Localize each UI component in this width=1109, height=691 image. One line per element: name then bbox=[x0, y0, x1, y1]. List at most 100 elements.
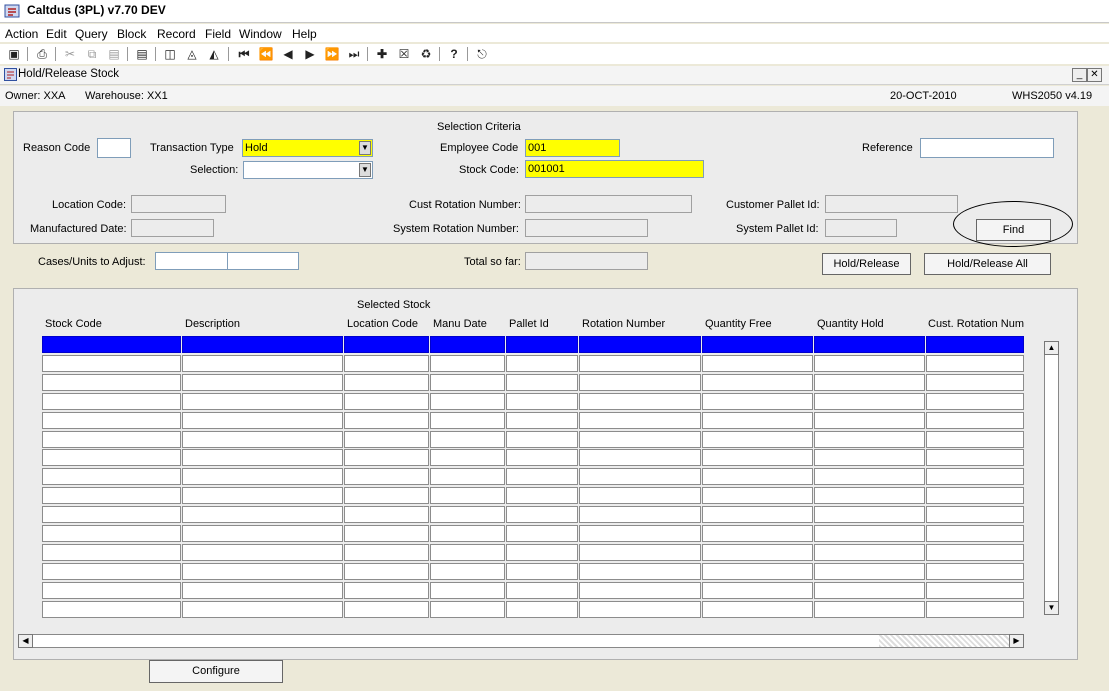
table-cell[interactable] bbox=[702, 562, 813, 580]
cust-rotation-input[interactable] bbox=[525, 195, 692, 213]
table-cell[interactable] bbox=[506, 468, 578, 486]
table-cell[interactable] bbox=[344, 336, 429, 353]
table-cell[interactable] bbox=[344, 581, 429, 599]
table-cell[interactable] bbox=[430, 468, 505, 486]
table-cell[interactable] bbox=[430, 487, 505, 505]
table-cell[interactable] bbox=[42, 392, 181, 410]
table-cell[interactable] bbox=[702, 487, 813, 505]
table-cell[interactable] bbox=[579, 600, 701, 618]
transaction-type-select[interactable]: Hold ▼ bbox=[242, 139, 373, 157]
last-record-icon[interactable]: ⏭ bbox=[346, 46, 362, 62]
table-cell[interactable] bbox=[42, 468, 181, 486]
table-cell[interactable] bbox=[814, 336, 925, 353]
table-cell[interactable] bbox=[42, 600, 181, 618]
table-cell[interactable] bbox=[702, 373, 813, 391]
table-cell[interactable] bbox=[814, 449, 925, 467]
table-cell[interactable] bbox=[42, 430, 181, 448]
first-record-icon[interactable]: ⏮ bbox=[236, 46, 252, 62]
hold-release-all-button[interactable]: Hold/Release All bbox=[924, 253, 1051, 275]
scroll-up-icon[interactable]: ▲ bbox=[1044, 341, 1059, 355]
table-cell[interactable] bbox=[430, 506, 505, 524]
table-cell[interactable] bbox=[579, 543, 701, 561]
table-cell[interactable] bbox=[182, 411, 343, 429]
table-cell[interactable] bbox=[579, 487, 701, 505]
table-cell[interactable] bbox=[344, 600, 429, 618]
table-cell[interactable] bbox=[579, 392, 701, 410]
grid-vertical-scrollbar[interactable]: ▲ ▼ bbox=[1044, 341, 1059, 615]
table-cell[interactable] bbox=[430, 373, 505, 391]
table-cell[interactable] bbox=[702, 354, 813, 372]
enter-query-icon[interactable]: ◫ bbox=[162, 46, 178, 62]
scroll-down-icon[interactable]: ▼ bbox=[1044, 601, 1059, 615]
table-cell[interactable] bbox=[182, 449, 343, 467]
table-cell[interactable] bbox=[579, 373, 701, 391]
previous-block-icon[interactable]: ⏪ bbox=[258, 46, 274, 62]
hold-release-button[interactable]: Hold/Release bbox=[822, 253, 911, 275]
table-cell[interactable] bbox=[42, 543, 181, 561]
table-cell[interactable] bbox=[579, 581, 701, 599]
table-cell[interactable] bbox=[344, 430, 429, 448]
table-cell[interactable] bbox=[926, 543, 1024, 561]
table-cell[interactable] bbox=[506, 336, 578, 353]
table-cell[interactable] bbox=[182, 430, 343, 448]
menu-record[interactable]: Record bbox=[157, 27, 196, 41]
next-block-icon[interactable]: ⏩ bbox=[324, 46, 340, 62]
table-cell[interactable] bbox=[702, 581, 813, 599]
table-cell[interactable] bbox=[926, 487, 1024, 505]
table-cell[interactable] bbox=[814, 506, 925, 524]
table-cell[interactable] bbox=[506, 373, 578, 391]
table-cell[interactable] bbox=[182, 525, 343, 542]
table-cell[interactable] bbox=[814, 354, 925, 372]
find-button[interactable]: Find bbox=[976, 219, 1051, 241]
menu-window[interactable]: Window bbox=[239, 27, 282, 41]
table-cell[interactable] bbox=[182, 506, 343, 524]
table-cell[interactable] bbox=[182, 562, 343, 580]
manufactured-date-input[interactable] bbox=[131, 219, 214, 237]
grid-horizontal-scrollbar[interactable]: ◀ ▶ bbox=[18, 634, 1024, 648]
insert-record-icon[interactable]: ✚ bbox=[374, 46, 390, 62]
reference-input[interactable] bbox=[920, 138, 1054, 158]
table-cell[interactable] bbox=[506, 487, 578, 505]
table-cell[interactable] bbox=[702, 525, 813, 542]
table-cell[interactable] bbox=[926, 354, 1024, 372]
chevron-down-icon[interactable]: ▼ bbox=[359, 163, 371, 177]
table-cell[interactable] bbox=[926, 581, 1024, 599]
table-cell[interactable] bbox=[430, 354, 505, 372]
menu-field[interactable]: Field bbox=[205, 27, 231, 41]
table-cell[interactable] bbox=[506, 430, 578, 448]
delete-record-icon[interactable]: ☒ bbox=[396, 46, 412, 62]
print-icon[interactable]: ⎙ bbox=[34, 46, 50, 62]
table-cell[interactable] bbox=[579, 525, 701, 542]
cases-to-adjust-input[interactable] bbox=[155, 252, 228, 270]
table-cell[interactable] bbox=[702, 336, 813, 353]
next-record-icon[interactable]: ▶ bbox=[302, 46, 318, 62]
save-icon[interactable]: ▣ bbox=[6, 46, 22, 62]
table-cell[interactable] bbox=[814, 600, 925, 618]
table-cell[interactable] bbox=[506, 543, 578, 561]
table-cell[interactable] bbox=[42, 487, 181, 505]
table-cell[interactable] bbox=[926, 411, 1024, 429]
minimize-icon[interactable]: _ bbox=[1072, 68, 1087, 82]
table-cell[interactable] bbox=[814, 525, 925, 542]
previous-record-icon[interactable]: ◀ bbox=[280, 46, 296, 62]
table-cell[interactable] bbox=[814, 430, 925, 448]
table-cell[interactable] bbox=[344, 373, 429, 391]
horizontal-scroll-thumb[interactable] bbox=[879, 635, 1011, 647]
table-cell[interactable] bbox=[506, 392, 578, 410]
table-cell[interactable] bbox=[430, 543, 505, 561]
table-cell[interactable] bbox=[506, 506, 578, 524]
table-cell[interactable] bbox=[926, 373, 1024, 391]
cut-icon[interactable]: ✂ bbox=[62, 46, 78, 62]
table-cell[interactable] bbox=[926, 506, 1024, 524]
table-cell[interactable] bbox=[42, 581, 181, 599]
table-cell[interactable] bbox=[579, 562, 701, 580]
table-cell[interactable] bbox=[814, 392, 925, 410]
table-cell[interactable] bbox=[579, 336, 701, 353]
table-cell[interactable] bbox=[506, 449, 578, 467]
table-cell[interactable] bbox=[182, 600, 343, 618]
table-cell[interactable] bbox=[430, 581, 505, 599]
table-cell[interactable] bbox=[182, 487, 343, 505]
table-cell[interactable] bbox=[42, 449, 181, 467]
table-cell[interactable] bbox=[182, 468, 343, 486]
table-cell[interactable] bbox=[506, 581, 578, 599]
